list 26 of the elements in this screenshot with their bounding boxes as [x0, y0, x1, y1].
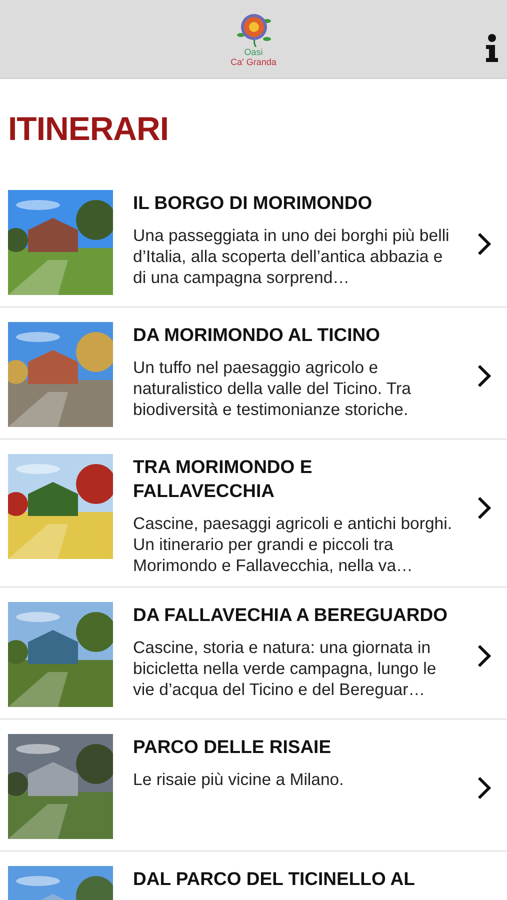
itinerary-description: Cascine, storia e natura: una giornata in bicicletta nella verde campagna, lungo le vie d’acqua del Ticino e del Bereguar…	[133, 637, 438, 700]
itinerary-item[interactable]: TRA MORIMONDO E FALLAVECCHIA Cascine, paesaggi agricoli e antichi borghi. Un itinerario per grandi e piccoli tra Morimondo e Fallavecchia, nella va…	[0, 440, 507, 588]
chevron-right-icon	[477, 644, 491, 668]
itinerary-item[interactable]: DA FALLAVECHIA A BEREGUARDO Cascine, storia e natura: una giornata in bicicletta nella verde campagna, lungo le vie d’acqua del Ticino e del Bereguar…	[0, 588, 507, 720]
itinerary-item[interactable]: PARCO DELLE RISAIE Le risaie più vicine a Milano.	[0, 720, 507, 852]
logo-text: Ca' Granda	[230, 57, 276, 67]
chevron-right-icon	[477, 496, 491, 520]
chevron-right-icon	[477, 232, 491, 256]
itinerary-description: Una passeggiata in uno dei borghi più belli d’Italia, alla scoperta dell’antica abbazia e di una campagna sorprend…	[133, 225, 450, 288]
page-title: ITINERARI	[7, 109, 170, 149]
itinerary-item[interactable]: IL BORGO DI MORIMONDO Una passeggiata in uno dei borghi più belli d’Italia, alla scoperta dell’antica abbazia e di una campagna sorprend…	[0, 176, 507, 308]
itinerary-description: Cascine, paesaggi agricoli e antichi borghi. Un itinerario per grandi e piccoli tra Morimondo e Fallavecchia, nella va…	[133, 513, 454, 576]
itinerary-item[interactable]: DA MORIMONDO AL TICINO Un tuffo nel paesaggio agricolo e naturalistico della valle del Ticino. Tra biodiversità e testimonianze storiche.	[0, 308, 507, 440]
itinerary-description: Le risaie più vicine a Milano.	[133, 769, 345, 790]
itinerary-title: TRA MORIMONDO E FALLAVECCHIA	[133, 455, 314, 503]
itinerary-item[interactable]: DAL PARCO DEL TICINELLO AL	[0, 852, 507, 900]
itinerary-description: Un tuffo nel paesaggio agricolo e naturalistico della valle del Ticino. Tra biodiversità e testimonianze storiche.	[133, 357, 412, 420]
itinerary-title: PARCO DELLE RISAIE	[133, 735, 332, 759]
chevron-right-icon	[477, 364, 491, 388]
itinerary-title: DA FALLAVECHIA A BEREGUARDO	[133, 603, 448, 627]
itinerary-title: DA MORIMONDO AL TICINO	[133, 323, 381, 347]
itinerary-title: IL BORGO DI MORIMONDO	[133, 191, 374, 215]
logo-text: Oasi	[244, 47, 263, 57]
info-icon[interactable]	[485, 34, 499, 62]
itinerary-title: DAL PARCO DEL TICINELLO AL	[133, 867, 416, 891]
chevron-right-icon	[477, 776, 491, 800]
